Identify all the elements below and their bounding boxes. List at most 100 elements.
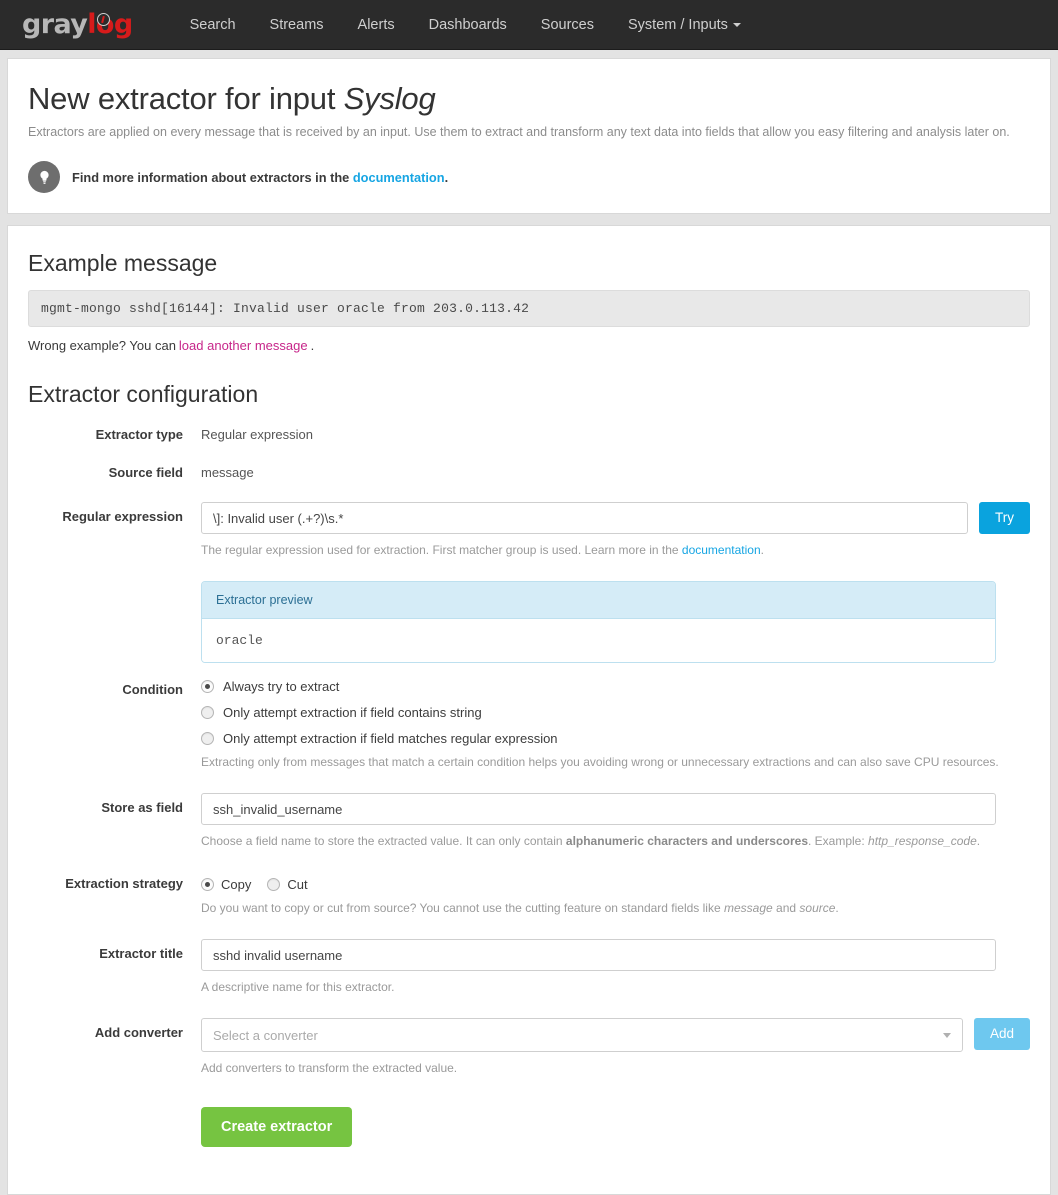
logo-text-log: log bbox=[87, 11, 132, 38]
documentation-link-header[interactable]: documentation bbox=[353, 170, 445, 185]
label-store-as-field: Store as field bbox=[28, 793, 201, 815]
radio-condition-contains-string[interactable]: Only attempt extraction if field contain… bbox=[201, 705, 1030, 720]
extractor-preview-wrap: Extractor preview oracle bbox=[201, 581, 1030, 663]
logo-text-log-label: log bbox=[87, 9, 132, 40]
help-strategy-source: source bbox=[799, 901, 835, 915]
chevron-down-icon bbox=[733, 23, 741, 27]
value-source-field: message bbox=[201, 458, 1030, 480]
help-store-part1: Choose a field name to store the extract… bbox=[201, 834, 566, 848]
documentation-link-regex[interactable]: documentation bbox=[682, 543, 761, 557]
help-regex-prefix: The regular expression used for extracti… bbox=[201, 543, 682, 557]
nav-item-sources[interactable]: Sources bbox=[524, 0, 611, 50]
radio-condition-always[interactable]: Always try to extract bbox=[201, 679, 1030, 694]
page-title-prefix: New extractor for input bbox=[28, 81, 344, 116]
logo-text-gray: gray bbox=[22, 11, 87, 38]
wrong-example-suffix: . bbox=[311, 338, 315, 353]
add-converter-button[interactable]: Add bbox=[974, 1018, 1030, 1050]
graylog-logo[interactable]: graylog bbox=[22, 11, 133, 38]
example-message-box: mgmt-mongo sshd[16144]: Invalid user ora… bbox=[28, 290, 1030, 327]
extractor-configuration-title: Extractor configuration bbox=[28, 381, 1030, 408]
converter-select[interactable]: Select a converter bbox=[201, 1018, 963, 1052]
help-strategy-part1: Do you want to copy or cut from source? … bbox=[201, 901, 724, 915]
converter-select-placeholder: Select a converter bbox=[213, 1028, 318, 1043]
help-store-bold: alphanumeric characters and underscores bbox=[566, 834, 808, 848]
help-add-converter: Add converters to transform the extracte… bbox=[201, 1059, 1030, 1077]
radio-strategy-cut[interactable]: Cut bbox=[267, 877, 307, 892]
help-extractor-title: A descriptive name for this extractor. bbox=[201, 978, 996, 996]
radio-condition-matches-regex[interactable]: Only attempt extraction if field matches… bbox=[201, 731, 1030, 746]
radio-label-matches-regex: Only attempt extraction if field matches… bbox=[223, 731, 558, 746]
nav-item-alerts-label: Alerts bbox=[358, 17, 395, 33]
help-store-part2: . Example: bbox=[808, 834, 868, 848]
radio-indicator-copy bbox=[201, 878, 214, 891]
extractor-preview-panel: Extractor preview oracle bbox=[201, 581, 996, 663]
help-store-part3: . bbox=[977, 834, 980, 848]
extractor-preview-value: oracle bbox=[202, 619, 995, 662]
help-extraction-strategy: Do you want to copy or cut from source? … bbox=[201, 899, 1030, 917]
radio-label-copy: Copy bbox=[221, 877, 251, 892]
try-button[interactable]: Try bbox=[979, 502, 1030, 534]
label-extractor-title: Extractor title bbox=[28, 939, 201, 961]
wrong-example-prefix: Wrong example? You can bbox=[28, 338, 176, 353]
radio-label-always: Always try to extract bbox=[223, 679, 339, 694]
page-title-input-name: Syslog bbox=[344, 81, 436, 116]
row-extraction-strategy: Extraction strategy Copy Cut Do you want… bbox=[28, 872, 1030, 917]
create-extractor-button[interactable]: Create extractor bbox=[201, 1107, 352, 1147]
label-add-converter: Add converter bbox=[28, 1018, 201, 1040]
top-navbar: graylog Search Streams Alerts Dashboards… bbox=[0, 0, 1058, 50]
help-strategy-message: message bbox=[724, 901, 773, 915]
nav-item-dashboards-label: Dashboards bbox=[429, 17, 507, 33]
wrong-example-row: Wrong example? You canload another messa… bbox=[28, 338, 1030, 353]
radio-strategy-copy[interactable]: Copy bbox=[201, 877, 251, 892]
row-extractor-title: Extractor title A descriptive name for t… bbox=[28, 939, 1030, 996]
nav-item-alerts[interactable]: Alerts bbox=[341, 0, 412, 50]
label-regular-expression: Regular expression bbox=[28, 502, 201, 524]
radio-label-contains-string: Only attempt extraction if field contain… bbox=[223, 705, 482, 720]
help-store-example: http_response_code bbox=[868, 834, 977, 848]
radio-indicator-cut bbox=[267, 878, 280, 891]
radio-label-cut: Cut bbox=[287, 877, 307, 892]
page-header-panel: New extractor for input Syslog Extractor… bbox=[7, 58, 1051, 214]
label-extractor-type: Extractor type bbox=[28, 420, 201, 442]
label-source-field: Source field bbox=[28, 458, 201, 480]
nav-item-system-inputs-label: System / Inputs bbox=[628, 17, 728, 33]
radio-indicator-always bbox=[201, 680, 214, 693]
documentation-hint: Find more information about extractors i… bbox=[28, 161, 1030, 193]
row-add-converter: Add converter Select a converter Add Add… bbox=[28, 1018, 1030, 1077]
load-another-message-link[interactable]: load another message bbox=[179, 338, 308, 353]
nav-item-streams-label: Streams bbox=[270, 17, 324, 33]
nav-item-search[interactable]: Search bbox=[173, 0, 253, 50]
regular-expression-input[interactable] bbox=[201, 502, 968, 534]
help-store-as-field: Choose a field name to store the extract… bbox=[201, 832, 996, 850]
help-regular-expression: The regular expression used for extracti… bbox=[201, 541, 1030, 559]
radio-indicator-matches-regex bbox=[201, 732, 214, 745]
nav-item-search-label: Search bbox=[190, 17, 236, 33]
label-extraction-strategy: Extraction strategy bbox=[28, 872, 201, 891]
example-message-title: Example message bbox=[28, 250, 1030, 277]
extractor-preview-header: Extractor preview bbox=[202, 582, 995, 619]
page-title: New extractor for input Syslog bbox=[28, 81, 1030, 117]
store-as-field-input[interactable] bbox=[201, 793, 996, 825]
nav-item-dashboards[interactable]: Dashboards bbox=[412, 0, 524, 50]
chevron-down-icon bbox=[943, 1033, 951, 1038]
documentation-hint-prefix: Find more information about extractors i… bbox=[72, 170, 353, 185]
nav-item-system-inputs[interactable]: System / Inputs bbox=[611, 0, 758, 50]
main-content-panel: Example message mgmt-mongo sshd[16144]: … bbox=[7, 225, 1051, 1195]
lightbulb-icon bbox=[28, 161, 60, 193]
extraction-strategy-options: Copy Cut bbox=[201, 872, 1030, 892]
nav-links: Search Streams Alerts Dashboards Sources… bbox=[173, 0, 758, 50]
page-description: Extractors are applied on every message … bbox=[28, 123, 1030, 141]
label-condition: Condition bbox=[28, 679, 201, 697]
row-condition: Condition Always try to extract Only att… bbox=[28, 679, 1030, 771]
row-source-field: Source field message bbox=[28, 458, 1030, 480]
extractor-title-input[interactable] bbox=[201, 939, 996, 971]
nav-item-streams[interactable]: Streams bbox=[253, 0, 341, 50]
row-extractor-type: Extractor type Regular expression bbox=[28, 420, 1030, 442]
nav-item-sources-label: Sources bbox=[541, 17, 594, 33]
help-strategy-part3: . bbox=[835, 901, 838, 915]
help-condition: Extracting only from messages that match… bbox=[201, 753, 1030, 771]
value-extractor-type: Regular expression bbox=[201, 420, 1030, 442]
documentation-hint-suffix: . bbox=[445, 170, 449, 185]
create-extractor-row: Create extractor bbox=[201, 1107, 1030, 1147]
help-strategy-part2: and bbox=[773, 901, 800, 915]
